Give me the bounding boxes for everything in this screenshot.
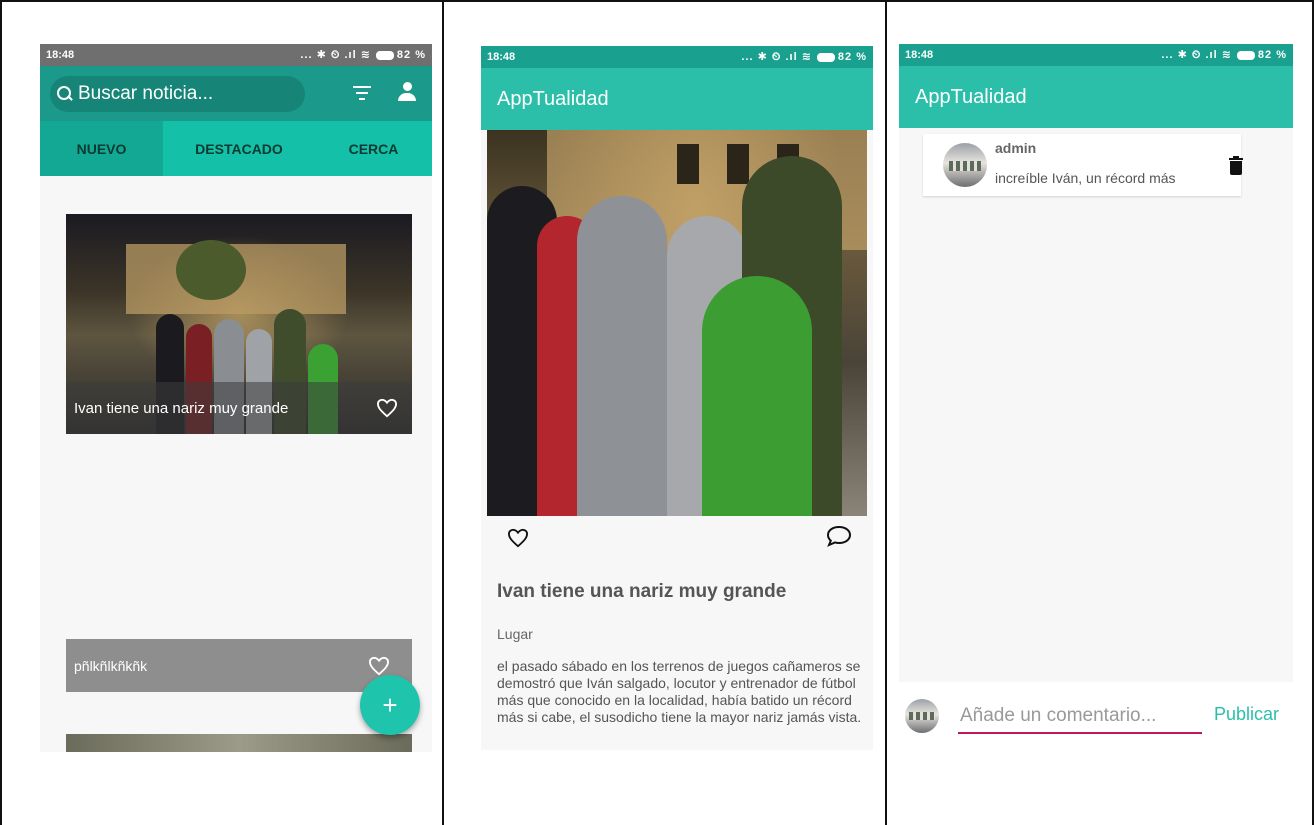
search-icon bbox=[56, 85, 74, 103]
battery-icon bbox=[1236, 50, 1255, 60]
tab-nuevo[interactable]: NUEVO bbox=[40, 121, 163, 176]
news-card-title: Ivan tiene una nariz muy grande bbox=[74, 399, 289, 417]
search-placeholder: Buscar noticia... bbox=[78, 82, 214, 104]
trash-icon[interactable] bbox=[1229, 156, 1243, 176]
tab-bar: NUEVO DESTACADO CERCA bbox=[40, 121, 432, 176]
status-icons: ... ✱ ⏲ .ıl ≋ 82 % bbox=[300, 48, 426, 62]
search-input[interactable]: Buscar noticia... bbox=[50, 75, 305, 112]
comment-author: admin bbox=[995, 140, 1037, 156]
status-time: 18:48 bbox=[46, 49, 75, 61]
article-screen: 18:48 ... ✱ ⏲ .ıl ≋ 82 % AppTualidad Iva… bbox=[481, 46, 873, 750]
article-place: Lugar bbox=[497, 626, 533, 642]
heart-icon[interactable] bbox=[376, 398, 398, 418]
user-icon[interactable] bbox=[397, 82, 417, 102]
app-title: AppTualidad bbox=[497, 87, 609, 110]
status-time: 18:48 bbox=[905, 49, 934, 61]
status-bar: 18:48 ... ✱ ⏲ .ıl ≋ 82 % bbox=[899, 44, 1293, 66]
status-icons: ... ✱ ⏲ .ıl ≋ 82 % bbox=[741, 50, 867, 64]
battery-level: 82 % bbox=[837, 51, 867, 63]
battery-level: 82 % bbox=[1257, 49, 1287, 61]
tab-destacado[interactable]: DESTACADO bbox=[163, 121, 315, 176]
heart-icon[interactable] bbox=[368, 656, 390, 676]
comment-icon[interactable] bbox=[825, 524, 853, 553]
news-card[interactable]: Ivan tiene una nariz muy grande bbox=[66, 214, 412, 434]
status-bar: 18:48 ... ✱ ⏲ .ıl ≋ 82 % bbox=[481, 46, 873, 68]
filter-icon[interactable] bbox=[353, 86, 371, 100]
signal-wifi-icons: ... ✱ ⏲ .ıl ≋ bbox=[1161, 49, 1232, 61]
news-card[interactable]: pñlkñlkñkñk bbox=[66, 639, 412, 692]
news-card-title: pñlkñlkñkñk bbox=[74, 657, 148, 674]
news-card-caption: Ivan tiene una nariz muy grande bbox=[66, 382, 412, 434]
article-body: el pasado sábado en los terrenos de jueg… bbox=[497, 658, 862, 725]
signal-wifi-icons: ... ✱ ⏲ .ıl ≋ bbox=[741, 51, 812, 63]
feed-screen: 18:48 ... ✱ ⏲ .ıl ≋ 82 % Buscar noticia.… bbox=[40, 44, 432, 752]
app-bar: AppTualidad bbox=[481, 68, 873, 130]
news-card-partial[interactable] bbox=[66, 734, 412, 752]
avatar bbox=[905, 699, 939, 733]
article-actions bbox=[487, 516, 867, 560]
battery-icon bbox=[375, 50, 394, 60]
frame-top-border bbox=[0, 0, 1314, 2]
battery-level: 82 % bbox=[396, 49, 426, 61]
frame-divider-2 bbox=[885, 0, 887, 825]
frame-left-border bbox=[0, 0, 2, 825]
signal-wifi-icons: ... ✱ ⏲ .ıl ≋ bbox=[300, 49, 371, 61]
battery-icon bbox=[816, 52, 835, 62]
add-news-button[interactable]: + bbox=[360, 675, 420, 735]
comment-text: increíble Iván, un récord más bbox=[995, 170, 1176, 186]
comments-screen: 18:48 ... ✱ ⏲ .ıl ≋ 82 % AppTualidad adm… bbox=[899, 44, 1293, 752]
comment-item: admin increíble Iván, un récord más bbox=[923, 134, 1243, 196]
status-bar: 18:48 ... ✱ ⏲ .ıl ≋ 82 % bbox=[40, 44, 432, 66]
status-icons: ... ✱ ⏲ .ıl ≋ 82 % bbox=[1161, 48, 1287, 62]
tab-cerca[interactable]: CERCA bbox=[315, 121, 432, 176]
comment-compose-bar: Publicar bbox=[899, 682, 1293, 752]
search-app-bar: Buscar noticia... bbox=[40, 66, 432, 121]
comment-input[interactable] bbox=[958, 700, 1202, 734]
article-title: Ivan tiene una nariz muy grande bbox=[497, 581, 787, 602]
app-title: AppTualidad bbox=[915, 85, 1027, 108]
article-photo bbox=[487, 130, 867, 516]
status-time: 18:48 bbox=[487, 51, 516, 63]
heart-icon[interactable] bbox=[507, 528, 529, 548]
app-bar: AppTualidad bbox=[899, 66, 1293, 128]
publish-button[interactable]: Publicar bbox=[1214, 704, 1279, 725]
frame-divider-1 bbox=[442, 0, 444, 825]
avatar bbox=[943, 143, 987, 187]
news-feed: Ivan tiene una nariz muy grande pñlkñlkñ… bbox=[40, 176, 432, 752]
